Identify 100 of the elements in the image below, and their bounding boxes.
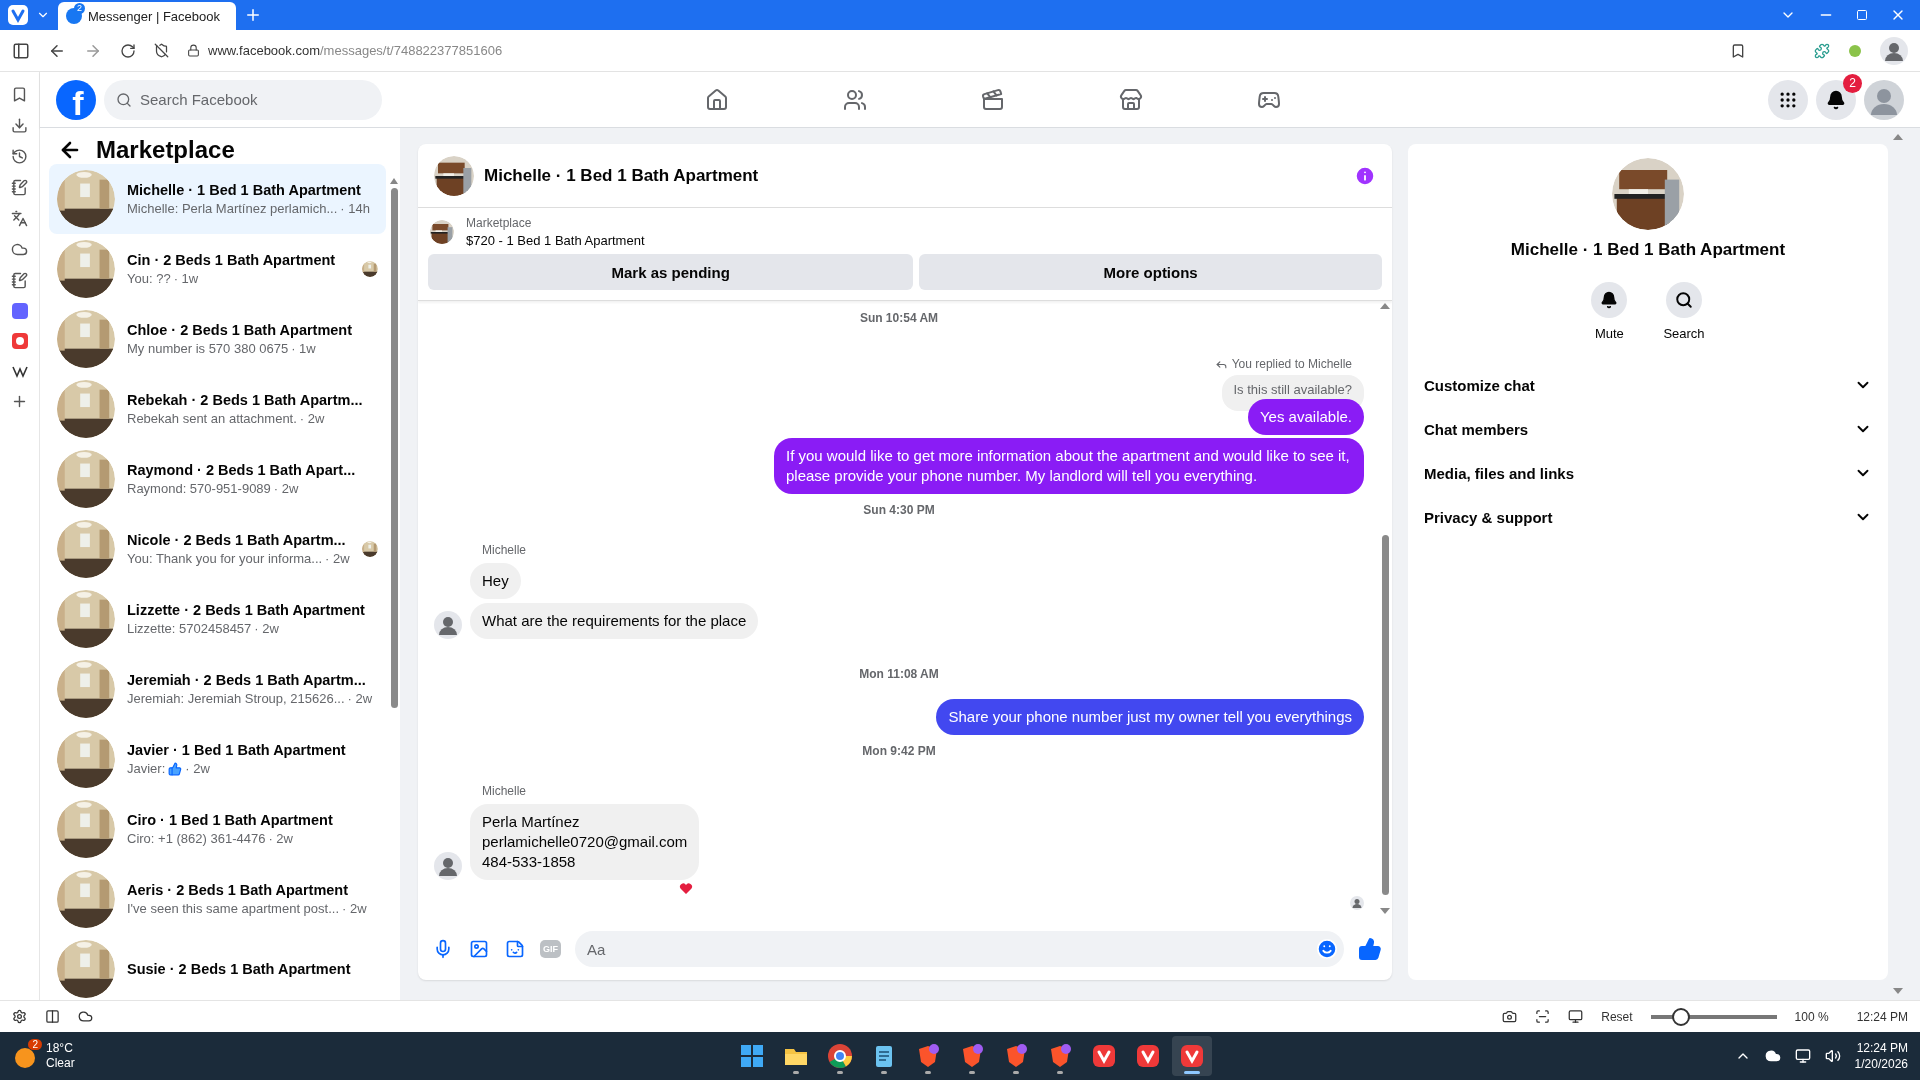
conversation-time: · 2w bbox=[273, 481, 299, 496]
sender-avatar bbox=[434, 611, 462, 639]
conversation-title: Cin · 2 Beds 1 Bath Apartment bbox=[127, 252, 337, 268]
section-header[interactable]: Customize chat bbox=[1424, 363, 1872, 407]
browser-icon[interactable] bbox=[827, 1043, 853, 1069]
action-label: Search bbox=[1663, 326, 1705, 341]
conversation-item[interactable]: Nicole · 2 Beds 1 Bath Apartm... You: Thank you for your informa... · 2w bbox=[49, 514, 386, 584]
history-icon[interactable] bbox=[11, 148, 28, 165]
scroll-down-icon[interactable] bbox=[1893, 988, 1903, 994]
page-actions-icon[interactable] bbox=[1568, 1009, 1584, 1024]
bookmark-icon[interactable] bbox=[1730, 42, 1746, 59]
browser-icon[interactable] bbox=[1135, 1043, 1161, 1069]
panel-title: Marketplace bbox=[96, 136, 235, 164]
network-icon[interactable] bbox=[1794, 1048, 1811, 1064]
conversation-time: · 2w bbox=[185, 761, 210, 776]
profile-avatar bbox=[1880, 36, 1908, 65]
shield-icon[interactable] bbox=[154, 43, 169, 58]
conversation-item[interactable]: Ciro · 1 Bed 1 Bath Apartment Ciro: +1 (862) 361-4476 · 2w bbox=[49, 794, 386, 864]
address-field[interactable]: www.facebook.com/messages/t/748822377851606 bbox=[187, 43, 1712, 58]
scroll-up-icon[interactable] bbox=[1893, 134, 1903, 140]
scroll-up-icon[interactable] bbox=[390, 178, 398, 184]
conversation-title: Javier · 1 Bed 1 Bath Apartment bbox=[127, 742, 347, 758]
menu-button[interactable] bbox=[1768, 79, 1808, 120]
url-text: www.facebook.com/messages/t/748822377851606 bbox=[208, 43, 503, 58]
photo-icon[interactable] bbox=[469, 939, 489, 959]
new-tab-icon[interactable] bbox=[244, 6, 262, 24]
search-button[interactable] bbox=[1666, 282, 1702, 318]
notes-icon[interactable] bbox=[11, 179, 28, 196]
conversation-item[interactable]: Cin · 2 Beds 1 Bath Apartment You: ?? · 1w bbox=[49, 234, 386, 304]
conversation-item[interactable]: Lizzette · 2 Beds 1 Bath Apartment Lizzette: 5702458457 · 2w bbox=[49, 584, 386, 654]
sender-name: Michelle bbox=[481, 784, 526, 798]
panel-toggle-icon[interactable] bbox=[12, 41, 30, 60]
section-header[interactable]: Media, files and links bbox=[1424, 451, 1872, 495]
conversation-preview: Michelle: Perla Martínez perlamich... bbox=[127, 201, 338, 216]
info-icon[interactable] bbox=[1354, 164, 1376, 187]
bookmarks-icon[interactable] bbox=[11, 86, 28, 103]
account-avatar[interactable] bbox=[1864, 79, 1904, 120]
maximize-icon[interactable] bbox=[1856, 9, 1868, 21]
sync-icon[interactable] bbox=[78, 1009, 93, 1024]
conversation-preview: Rebekah sent an attachment. bbox=[127, 411, 297, 426]
reset-link[interactable]: Reset bbox=[1601, 1009, 1633, 1024]
tiling-icon[interactable] bbox=[45, 1009, 60, 1024]
browser-tab[interactable]: 2 Messenger | Facebook bbox=[58, 2, 236, 30]
taskbar-clock[interactable]: 12:24 PM 1/20/2026 bbox=[1854, 1040, 1908, 1072]
message-field[interactable]: Aa bbox=[575, 931, 1344, 967]
marketplace-icon bbox=[1119, 87, 1143, 112]
listing-title: $720 - 1 Bed 1 Bath Apartment bbox=[466, 233, 645, 248]
emoji-icon[interactable] bbox=[1316, 938, 1338, 960]
zoom-reading: 100 % bbox=[1794, 1009, 1829, 1024]
browser-icon[interactable] bbox=[1091, 1043, 1117, 1069]
conversation-time: · 2w bbox=[325, 551, 350, 566]
chat-title: Michelle · 1 Bed 1 Bath Apartment bbox=[484, 165, 760, 186]
action-button[interactable]: Mark as pending bbox=[428, 254, 914, 290]
conversation-item[interactable]: Chloe · 2 Beds 1 Bath Apartment My number is 570 380 0675 · 1w bbox=[49, 304, 386, 374]
notifications-button[interactable] bbox=[1816, 79, 1856, 120]
scroll-up-icon[interactable] bbox=[1380, 303, 1390, 309]
conversation-item[interactable]: Jeremiah · 2 Beds 1 Bath Apartm... Jeremiah: Jeremiah Stroup, 215626... · 2w bbox=[49, 654, 386, 724]
conversation-title: Jeremiah · 2 Beds 1 Bath Apartm... bbox=[127, 672, 367, 688]
page-tiling-icon[interactable] bbox=[1535, 1009, 1551, 1024]
mute-button[interactable] bbox=[1591, 282, 1628, 318]
conversation-time: · 2w bbox=[342, 901, 367, 916]
sticker-icon[interactable] bbox=[505, 939, 525, 959]
search-icon bbox=[1675, 291, 1693, 309]
timestamp: Mon 9:42 PM bbox=[862, 744, 936, 758]
add-panel-icon[interactable] bbox=[11, 393, 28, 410]
notes-icon[interactable] bbox=[11, 272, 28, 289]
conversation-preview: Jeremiah: Jeremiah Stroup, 215626... bbox=[127, 691, 345, 706]
status-clock: 12:24 PM bbox=[1856, 1009, 1908, 1024]
translate-icon[interactable] bbox=[11, 210, 28, 227]
facebook-logo[interactable]: f bbox=[56, 79, 96, 120]
section-header[interactable]: Privacy & support bbox=[1424, 495, 1872, 539]
extension-icon[interactable] bbox=[1814, 42, 1830, 59]
browser-logo-icon[interactable] bbox=[8, 5, 28, 25]
capture-icon[interactable] bbox=[1502, 1009, 1518, 1024]
browser-icon[interactable] bbox=[1179, 1043, 1205, 1069]
volume-icon[interactable] bbox=[1824, 1048, 1841, 1064]
conversation-item[interactable]: Raymond · 2 Beds 1 Bath Apart... Raymond: 570-951-9089 · 2w bbox=[49, 444, 386, 514]
like-icon[interactable] bbox=[1358, 937, 1382, 961]
section-header[interactable]: Chat members bbox=[1424, 407, 1872, 451]
conversation-item[interactable]: Rebekah · 2 Beds 1 Bath Apartm... Rebekah sent an attachment. · 2w bbox=[49, 374, 386, 444]
home-icon bbox=[705, 87, 729, 112]
scroll-down-icon[interactable] bbox=[1380, 908, 1390, 914]
seen-avatar bbox=[1350, 896, 1364, 910]
vivaldi-icon[interactable] bbox=[11, 333, 28, 349]
mic-icon[interactable] bbox=[433, 939, 453, 959]
conversation-item[interactable]: Michelle · 1 Bed 1 Bath Apartment Michelle: Perla Martínez perlamich... · 14h bbox=[49, 164, 386, 234]
timestamp: Sun 4:30 PM bbox=[863, 503, 935, 517]
conversation-item[interactable]: Javier · 1 Bed 1 Bath Apartment Javier: · 2w bbox=[49, 724, 386, 794]
conversation-preview: Raymond: 570-951-9089 bbox=[127, 481, 271, 496]
mastodon-icon[interactable] bbox=[11, 303, 28, 319]
cloud-icon[interactable] bbox=[1764, 1048, 1781, 1064]
download-icon[interactable] bbox=[11, 117, 28, 134]
conversation-item[interactable]: Aeris · 2 Beds 1 Bath Apartment I've seen this same apartment post... · 2w bbox=[49, 864, 386, 934]
conversation-item[interactable]: Susie · 2 Beds 1 Bath Apartment bbox=[49, 934, 386, 1000]
settings-icon[interactable] bbox=[12, 1009, 27, 1024]
status-dot-icon[interactable] bbox=[1848, 43, 1862, 58]
reload-icon[interactable] bbox=[120, 42, 136, 59]
windows-start-icon[interactable] bbox=[739, 1043, 765, 1069]
search-field[interactable]: Search Facebook bbox=[104, 79, 382, 120]
action-button[interactable]: More options bbox=[919, 254, 1382, 290]
